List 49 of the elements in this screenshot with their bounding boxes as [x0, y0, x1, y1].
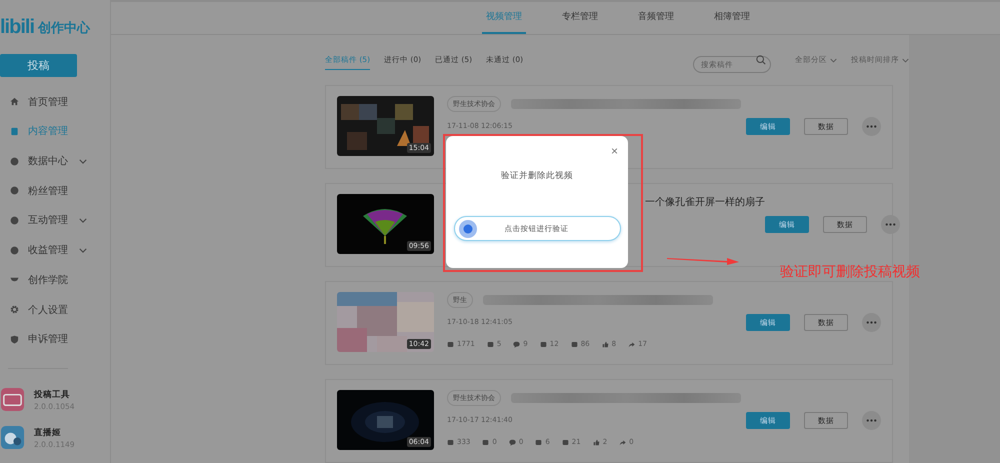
tab[interactable]: 音频管理 — [618, 2, 694, 34]
home-icon — [10, 97, 19, 106]
dialog-title: 验证并删除此视频 — [501, 170, 573, 182]
app-name: 直播姬 — [34, 426, 62, 438]
more-button[interactable] — [862, 411, 881, 430]
upload-button[interactable]: 投稿 — [0, 54, 77, 77]
circle-icon — [10, 186, 19, 196]
sidebar-item[interactable]: 首页管理 — [0, 86, 110, 117]
arrow — [667, 255, 739, 265]
comment-icon — [508, 438, 516, 446]
like-icon — [592, 438, 600, 446]
logo-title: 创作中心 — [38, 20, 90, 37]
comment-icon — [513, 340, 520, 348]
tab[interactable]: 相簿管理 — [694, 2, 770, 34]
circle-icon — [10, 216, 19, 225]
sidebar-item[interactable]: 数据中心 — [0, 146, 110, 176]
more-icon — [885, 223, 896, 226]
sidebar-item[interactable]: 互动管理 — [0, 206, 110, 236]
share-icon — [628, 340, 636, 348]
share-icon — [619, 438, 626, 446]
shield-icon — [10, 334, 19, 344]
chevron-down-icon — [902, 58, 910, 62]
more-button[interactable] — [862, 313, 881, 332]
close-button[interactable]: × — [610, 144, 618, 158]
tab[interactable]: 专栏管理 — [542, 2, 618, 34]
sidebar-item[interactable]: 申诉管理 — [0, 324, 110, 354]
circle-icon — [10, 156, 19, 166]
search-icon — [756, 55, 766, 65]
annotation-text: 验证即可删除投稿视频 — [780, 263, 920, 281]
graduation-cap-icon — [10, 275, 19, 284]
cartoon-app-icon — [0, 425, 25, 450]
video-title[interactable]: 一个像孔雀开屏一样的扇子 — [645, 195, 765, 209]
more-icon — [866, 321, 877, 324]
like-icon — [602, 340, 609, 348]
slider-knob-icon — [458, 218, 478, 238]
logo: libili — [0, 16, 34, 40]
sidebar-item[interactable]: 粉丝管理 — [0, 176, 110, 206]
circle-icon — [10, 246, 19, 255]
more-button[interactable] — [862, 117, 881, 136]
more-icon — [866, 125, 877, 128]
settings-icon — [10, 305, 19, 314]
app-name: 投稿工具 — [34, 388, 71, 400]
sidebar-item[interactable]: 个人设置 — [0, 294, 110, 324]
more-icon — [866, 419, 877, 422]
sidebar-item[interactable]: 创作学院 — [0, 264, 110, 295]
more-button[interactable] — [881, 215, 900, 234]
sidebar-item[interactable]: 收益管理 — [0, 235, 110, 265]
document-icon — [10, 126, 19, 136]
chevron-down-icon — [830, 58, 838, 62]
